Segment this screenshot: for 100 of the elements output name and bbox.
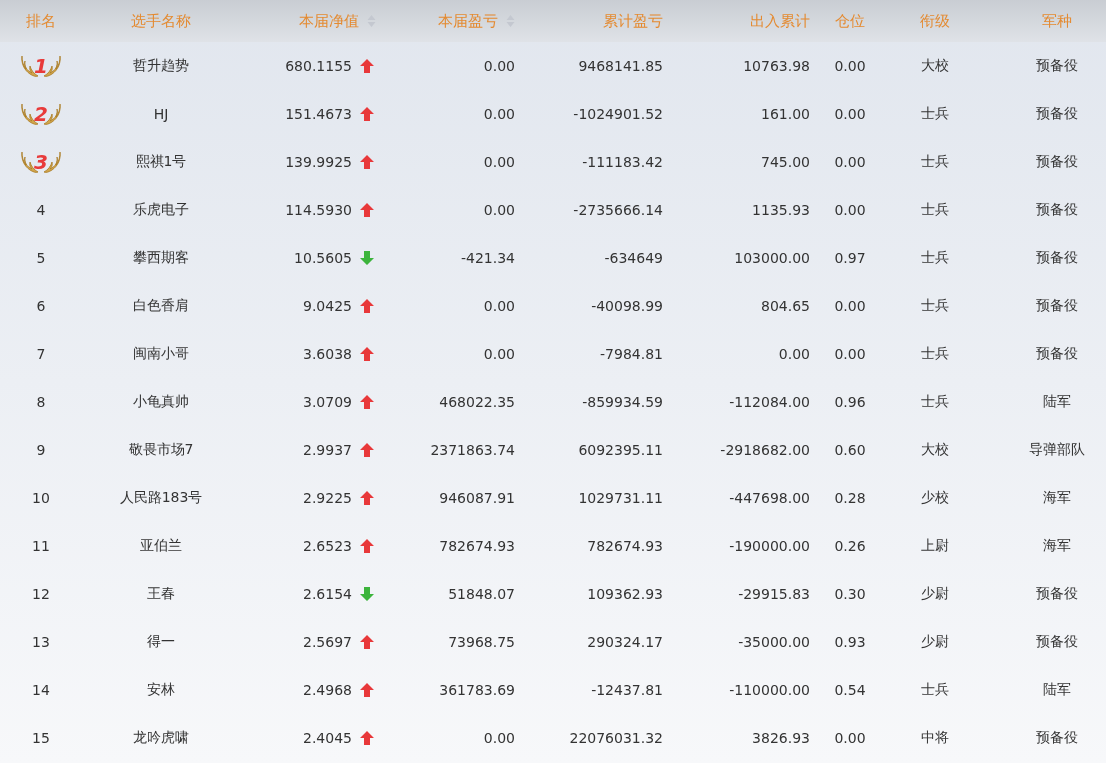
rank-number: 15 <box>32 730 50 746</box>
position: 0.00 <box>834 154 866 170</box>
cash-flow: -2918682.00 <box>720 442 810 458</box>
service-branch: 预备役 <box>1036 297 1078 315</box>
cash-flow: 3826.93 <box>752 730 810 746</box>
rank-number: 11 <box>32 538 50 554</box>
service-branch: 陆军 <box>1043 393 1071 411</box>
period-profit: 782674.93 <box>439 538 515 554</box>
position: 0.96 <box>834 394 866 410</box>
net-value: 114.5930 <box>285 202 352 218</box>
column-header: 军种 <box>1042 11 1072 31</box>
total-profit: -12437.81 <box>591 682 663 698</box>
service-branch: 预备役 <box>1036 729 1078 747</box>
military-rank: 士兵 <box>921 105 949 123</box>
total-profit: 22076031.32 <box>569 730 663 746</box>
military-rank: 士兵 <box>921 153 949 171</box>
player-name: 安林 <box>147 681 175 699</box>
total-profit: 9468141.85 <box>578 58 663 74</box>
net-value: 151.4673 <box>285 106 352 122</box>
net-value: 3.0709 <box>303 394 352 410</box>
military-rank: 士兵 <box>921 297 949 315</box>
cash-flow: 161.00 <box>761 106 810 122</box>
service-branch: 预备役 <box>1036 249 1078 267</box>
service-branch: 陆军 <box>1043 681 1071 699</box>
military-rank: 士兵 <box>921 681 949 699</box>
column-header: 选手名称 <box>131 11 191 31</box>
player-name: 哲升趋势 <box>133 57 189 75</box>
net-value: 680.1155 <box>285 58 352 74</box>
rank-number: 8 <box>36 394 46 410</box>
service-branch: 海军 <box>1043 537 1071 555</box>
cash-flow: -29915.83 <box>738 586 810 602</box>
column-header: 排名 <box>26 11 56 31</box>
military-rank: 士兵 <box>921 201 949 219</box>
player-name: 龙吟虎啸 <box>133 729 189 747</box>
period-profit: 0.00 <box>483 58 515 74</box>
position: 0.93 <box>834 634 866 650</box>
cash-flow: 745.00 <box>761 154 810 170</box>
service-branch: 预备役 <box>1036 585 1078 603</box>
rank-number: 13 <box>32 634 50 650</box>
period-profit: 0.00 <box>483 298 515 314</box>
rank-number: 12 <box>32 586 50 602</box>
cash-flow: 1135.93 <box>752 202 810 218</box>
service-branch: 预备役 <box>1036 105 1078 123</box>
service-branch: 海军 <box>1043 489 1071 507</box>
period-profit: -421.34 <box>460 250 515 266</box>
total-profit: -7984.81 <box>600 346 663 362</box>
cash-flow: 804.65 <box>761 298 810 314</box>
military-rank: 大校 <box>921 441 949 459</box>
player-name: 乐虎电子 <box>133 201 189 219</box>
service-branch: 导弹部队 <box>1029 441 1085 459</box>
cash-flow: -35000.00 <box>738 634 810 650</box>
position: 0.00 <box>834 730 866 746</box>
column-header: 仓位 <box>835 11 865 31</box>
cash-flow: 103000.00 <box>734 250 810 266</box>
total-profit: 1029731.11 <box>578 490 663 506</box>
position: 0.54 <box>834 682 866 698</box>
period-profit: 0.00 <box>483 730 515 746</box>
cash-flow: -447698.00 <box>729 490 810 506</box>
period-profit: 946087.91 <box>439 490 515 506</box>
player-name: 王春 <box>147 585 175 603</box>
position: 0.97 <box>834 250 866 266</box>
position: 0.60 <box>834 442 866 458</box>
rank-number: 6 <box>36 298 46 314</box>
military-rank: 少尉 <box>921 633 949 651</box>
net-value: 2.5697 <box>303 634 352 650</box>
rank-number: 1 <box>34 54 48 78</box>
rank-number: 14 <box>32 682 50 698</box>
total-profit: 290324.17 <box>587 634 663 650</box>
position: 0.00 <box>834 106 866 122</box>
net-value: 2.6523 <box>303 538 352 554</box>
service-branch: 预备役 <box>1036 201 1078 219</box>
net-value: 10.5605 <box>294 250 352 266</box>
cash-flow: -190000.00 <box>729 538 810 554</box>
column-header: 本届净值 <box>299 11 359 31</box>
position: 0.00 <box>834 202 866 218</box>
net-value: 3.6038 <box>303 346 352 362</box>
period-profit: 0.00 <box>483 346 515 362</box>
net-value: 2.4045 <box>303 730 352 746</box>
military-rank: 少尉 <box>921 585 949 603</box>
total-profit: -111183.42 <box>582 154 663 170</box>
military-rank: 中将 <box>921 729 949 747</box>
military-rank: 大校 <box>921 57 949 75</box>
period-profit: 0.00 <box>483 106 515 122</box>
cash-flow: 10763.98 <box>743 58 810 74</box>
rank-number: 4 <box>36 202 46 218</box>
total-profit: -40098.99 <box>591 298 663 314</box>
position: 0.28 <box>834 490 866 506</box>
column-header: 衔级 <box>920 11 950 31</box>
net-value: 2.4968 <box>303 682 352 698</box>
net-value: 2.9225 <box>303 490 352 506</box>
total-profit: -634649 <box>604 250 663 266</box>
column-header: 本届盈亏 <box>438 11 498 31</box>
position: 0.30 <box>834 586 866 602</box>
net-value: 139.9925 <box>285 154 352 170</box>
player-name: 白色香肩 <box>133 297 189 315</box>
period-profit: 468022.35 <box>439 394 515 410</box>
period-profit: 73968.75 <box>448 634 515 650</box>
period-profit: 51848.07 <box>448 586 515 602</box>
net-value: 2.6154 <box>303 586 352 602</box>
rank-number: 5 <box>36 250 46 266</box>
